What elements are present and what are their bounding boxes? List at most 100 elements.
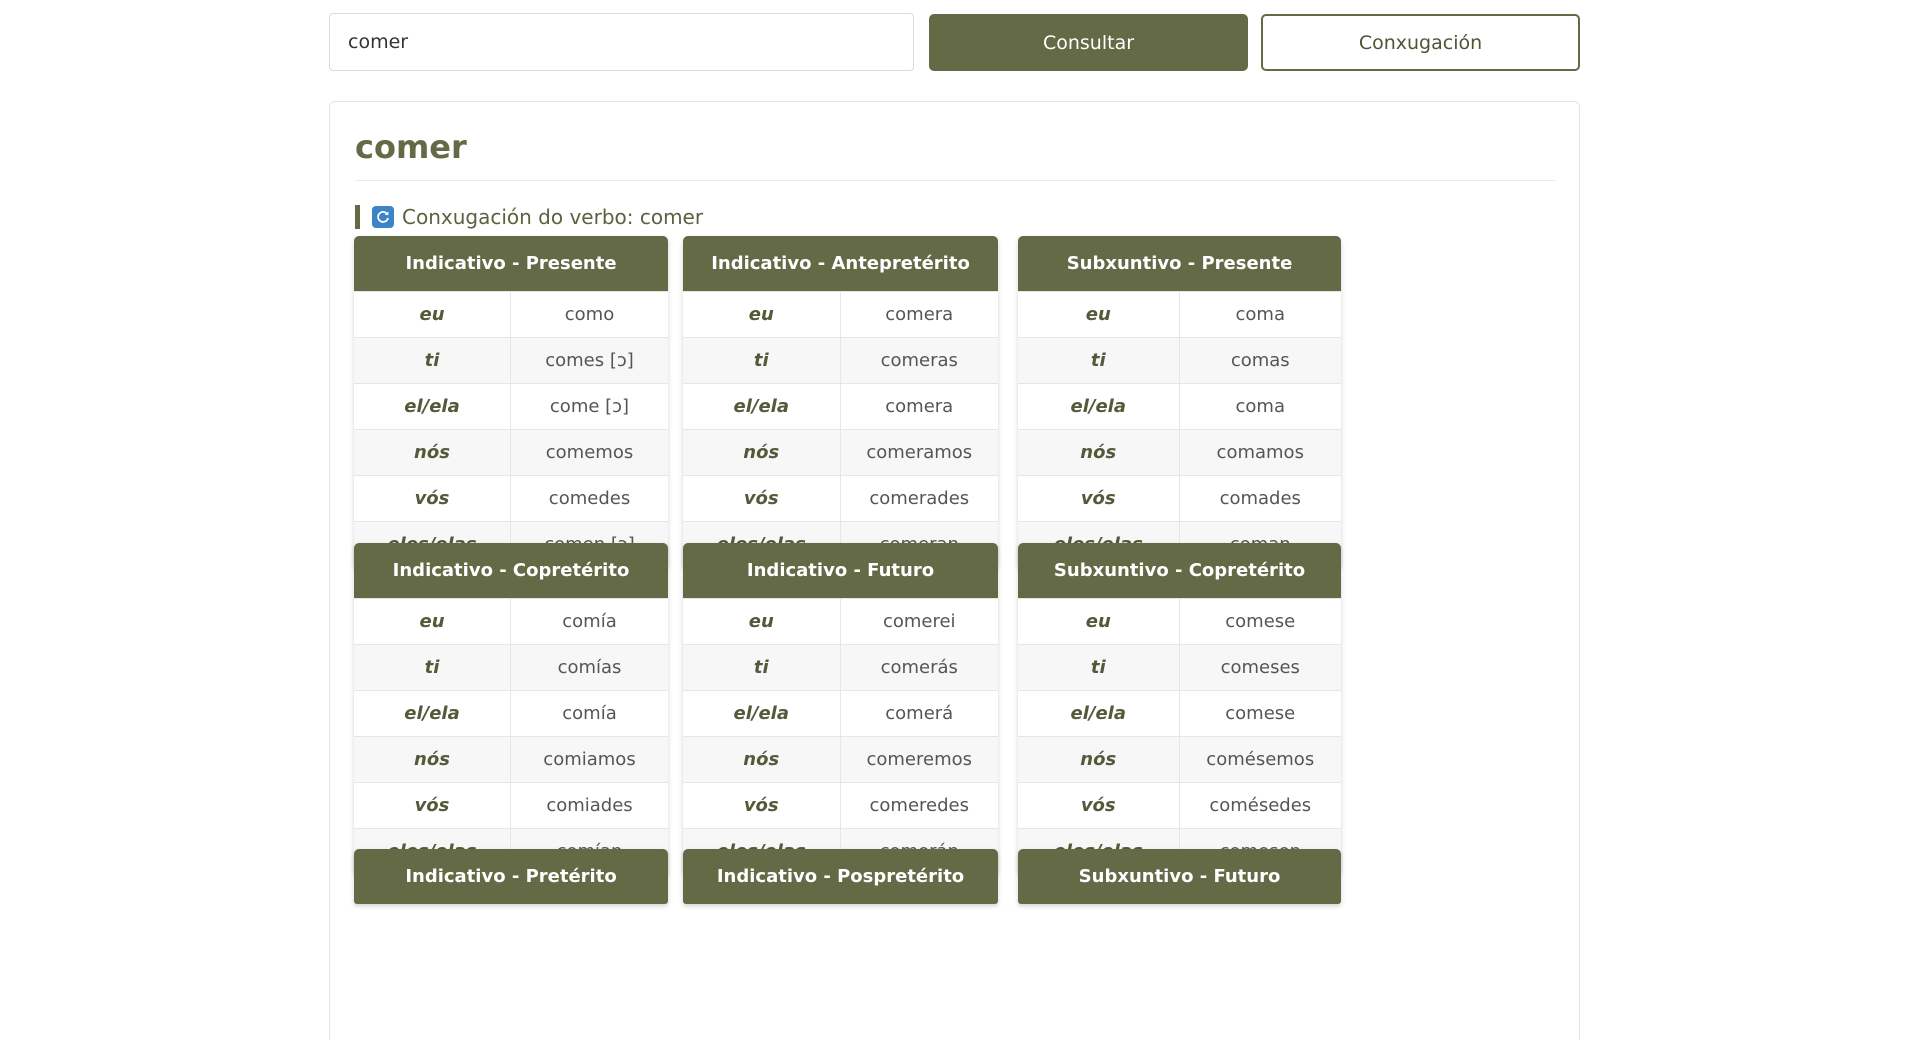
- conjugation-table-title: Indicativo - Pospretérito: [683, 849, 998, 904]
- table-row: eu coma: [1018, 291, 1341, 337]
- pronoun-cell: vós: [1018, 783, 1180, 828]
- divider: [355, 180, 1555, 181]
- pronoun-cell: nós: [683, 430, 841, 475]
- table-row: el/ela coma: [1018, 383, 1341, 429]
- search-input[interactable]: [329, 13, 914, 71]
- table-row: el/ela comía: [354, 690, 668, 736]
- verb-title: comer: [355, 128, 467, 166]
- pronoun-cell: ti: [354, 645, 511, 690]
- verb-form-cell: coma: [1235, 304, 1285, 325]
- table-row: vós comiades: [354, 782, 668, 828]
- conjugation-table: Indicativo - Antepretérito eu comera ti come…: [683, 236, 998, 567]
- pronoun-cell: ti: [683, 645, 841, 690]
- verb-form-cell: comía: [562, 703, 617, 724]
- verb-form-cell: comeremos: [866, 749, 973, 770]
- table-row: ti comerás: [683, 644, 998, 690]
- conjugation-heading: Conxugación do verbo: comer: [355, 205, 703, 229]
- pronoun-cell: eu: [1018, 292, 1180, 337]
- pronoun-cell: vós: [1018, 476, 1180, 521]
- table-row: nós comeremos: [683, 736, 998, 782]
- table-row: nós comemos: [354, 429, 668, 475]
- table-row: eu como: [354, 291, 668, 337]
- verb-form-cell: comamos: [1216, 442, 1304, 463]
- conjugation-table-title: Indicativo - Futuro: [683, 543, 998, 598]
- table-row: el/ela come [ɔ]: [354, 383, 668, 429]
- pronoun-cell: el/ela: [683, 384, 841, 429]
- verb-form-cell: comese: [1225, 611, 1296, 632]
- verb-form-cell: comerá: [885, 703, 954, 724]
- consultar-button[interactable]: Consultar: [929, 14, 1248, 71]
- table-row: vós comedes: [354, 475, 668, 521]
- table-row: ti comías: [354, 644, 668, 690]
- verb-form-cell: come [ɔ]: [549, 396, 630, 417]
- pronoun-cell: ti: [1018, 338, 1180, 383]
- verb-form-cell: comera: [885, 304, 954, 325]
- conjugation-table-title: Indicativo - Presente: [354, 236, 668, 291]
- pronoun-cell: vós: [354, 783, 511, 828]
- conjugation-table-title: Subxuntivo - Futuro: [1018, 849, 1341, 904]
- verb-form-cell: comiades: [546, 795, 633, 816]
- verb-form-cell: comeredes: [869, 795, 969, 816]
- pronoun-cell: nós: [1018, 737, 1180, 782]
- table-row: eu comerei: [683, 598, 998, 644]
- table-row: eu comía: [354, 598, 668, 644]
- table-row: vós comésedes: [1018, 782, 1341, 828]
- pronoun-cell: vós: [354, 476, 511, 521]
- refresh-icon: [372, 206, 394, 228]
- conjugation-table-title: Subxuntivo - Presente: [1018, 236, 1341, 291]
- verb-form-cell: comésedes: [1209, 795, 1312, 816]
- conjugation-table: Indicativo - Copretérito eu comía ti comías e…: [354, 543, 668, 874]
- verb-form-cell: comas: [1230, 350, 1290, 371]
- conjugation-table: Indicativo - Presente eu como ti comes [ɔ] el…: [354, 236, 668, 567]
- verb-form-cell: comerades: [869, 488, 970, 509]
- pronoun-cell: eu: [683, 599, 841, 644]
- table-row: el/ela comera: [683, 383, 998, 429]
- verb-form-cell: comedes: [548, 488, 631, 509]
- conjugation-table: Subxuntivo - Presente eu coma ti comas el/ela…: [1018, 236, 1341, 567]
- table-row: el/ela comese: [1018, 690, 1341, 736]
- conxugacion-button[interactable]: Conxugación: [1261, 14, 1580, 71]
- verb-form-cell: comeras: [880, 350, 958, 371]
- verb-form-cell: comía: [562, 611, 617, 632]
- pronoun-cell: ti: [683, 338, 841, 383]
- pronoun-cell: vós: [683, 783, 841, 828]
- table-row: eu comese: [1018, 598, 1341, 644]
- table-row: nós comamos: [1018, 429, 1341, 475]
- verb-form-cell: como: [564, 304, 615, 325]
- conjugation-table-title: Subxuntivo - Copretérito: [1018, 543, 1341, 598]
- verb-form-cell: comese: [1225, 703, 1296, 724]
- pronoun-cell: eu: [1018, 599, 1180, 644]
- pronoun-cell: nós: [354, 430, 511, 475]
- conjugation-table: Indicativo - Pospretérito: [683, 849, 998, 904]
- conjugation-heading-text: Conxugación do verbo: comer: [402, 205, 704, 229]
- conjugation-table: Subxuntivo - Futuro: [1018, 849, 1341, 904]
- verb-form-cell: coma: [1235, 396, 1285, 417]
- verb-form-cell: comiamos: [543, 749, 636, 770]
- pronoun-cell: vós: [683, 476, 841, 521]
- table-row: vós comeredes: [683, 782, 998, 828]
- pronoun-cell: el/ela: [1018, 691, 1180, 736]
- table-row: vós comerades: [683, 475, 998, 521]
- table-row: ti comes [ɔ]: [354, 337, 668, 383]
- verb-form-cell: comésemos: [1206, 749, 1315, 770]
- conjugation-table-title: Indicativo - Copretérito: [354, 543, 668, 598]
- pronoun-cell: eu: [683, 292, 841, 337]
- pronoun-cell: ti: [1018, 645, 1180, 690]
- pronoun-cell: el/ela: [1018, 384, 1180, 429]
- table-row: vós comades: [1018, 475, 1341, 521]
- pronoun-cell: el/ela: [683, 691, 841, 736]
- pronoun-cell: el/ela: [354, 384, 511, 429]
- verb-form-cell: comías: [557, 657, 622, 678]
- verb-form-cell: comades: [1219, 488, 1301, 509]
- conjugation-table: Indicativo - Pretérito: [354, 849, 668, 904]
- pronoun-cell: el/ela: [354, 691, 511, 736]
- results-panel: comer Conxugación do verbo: comer Indica…: [329, 101, 1580, 1040]
- table-row: eu comera: [683, 291, 998, 337]
- search-bar: Consultar Conxugación: [329, 13, 1580, 71]
- table-row: nós comeramos: [683, 429, 998, 475]
- verb-form-cell: comeses: [1220, 657, 1300, 678]
- verb-form-cell: comera: [885, 396, 954, 417]
- table-row: ti comeses: [1018, 644, 1341, 690]
- verb-form-cell: comeramos: [866, 442, 973, 463]
- table-row: ti comeras: [683, 337, 998, 383]
